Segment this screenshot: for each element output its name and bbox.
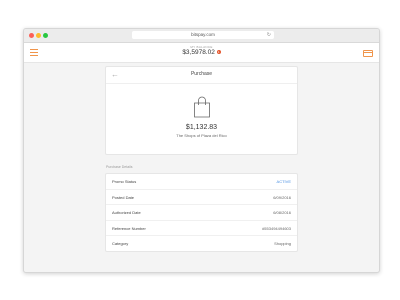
- detail-value: 6/08/2016: [273, 210, 291, 215]
- reload-icon[interactable]: ↻: [267, 31, 271, 39]
- detail-label: Category: [112, 241, 129, 246]
- detail-value: Shopping: [274, 241, 291, 246]
- purchase-summary: $1,132.83 The Shops of Plaza del Rico: [106, 84, 297, 154]
- zoom-window-button[interactable]: [43, 33, 48, 38]
- app-header: MY BALANCE $3,5978.02 1: [24, 43, 379, 63]
- minimize-window-button[interactable]: [36, 33, 41, 38]
- balance-value: $3,5978.02: [182, 49, 215, 56]
- details-section-label: Purchase Details: [106, 165, 133, 169]
- detail-label: Authorized Date: [112, 210, 141, 215]
- browser-titlebar: bitspay.com ↻: [24, 29, 379, 43]
- detail-label: Promo Status: [112, 179, 137, 184]
- shopping-bag-icon: [193, 96, 210, 118]
- close-window-button[interactable]: [29, 33, 34, 38]
- detail-label: Reference Number: [112, 225, 146, 231]
- detail-value: 6/09/2016: [273, 194, 291, 200]
- purchase-details-list: Promo Status ACTIVE Posted Date 6/09/201…: [105, 173, 298, 252]
- credit-card-icon[interactable]: [363, 50, 373, 57]
- browser-window: bitspay.com ↻ MY BALANCE $3,5978.02 1 ← …: [23, 28, 380, 273]
- detail-row-reference-number: Reference Number #553494494603: [106, 221, 297, 236]
- page-title: Purchase: [190, 71, 213, 77]
- address-bar[interactable]: bitspay.com ↻: [132, 31, 274, 39]
- detail-row-promo-status: Promo Status ACTIVE: [106, 174, 297, 190]
- purchase-amount: $1,132.83: [185, 124, 218, 131]
- detail-row-authorized-date: Authorized Date 6/08/2016: [106, 205, 297, 221]
- promo-status-badge: ACTIVE: [276, 179, 291, 184]
- balance-display: MY BALANCE $3,5978.02 1: [24, 45, 379, 57]
- detail-value: #553494494603: [262, 225, 291, 231]
- detail-label: Posted Date: [112, 194, 135, 200]
- balance-badge: 1: [216, 50, 221, 55]
- merchant-name: The Shops of Plaza del Rico: [176, 133, 227, 138]
- detail-row-category: Category Shopping: [106, 236, 297, 251]
- main-content: ← Purchase $1,132.83 The Shops of Plaza …: [105, 66, 298, 252]
- address-url: bitspay.com: [191, 32, 215, 37]
- purchase-card: ← Purchase $1,132.83 The Shops of Plaza …: [105, 66, 298, 155]
- purchase-header: ← Purchase: [106, 67, 297, 84]
- detail-row-posted-date: Posted Date 6/09/2016: [106, 190, 297, 205]
- balance-amount: $3,5978.02 1: [24, 49, 379, 57]
